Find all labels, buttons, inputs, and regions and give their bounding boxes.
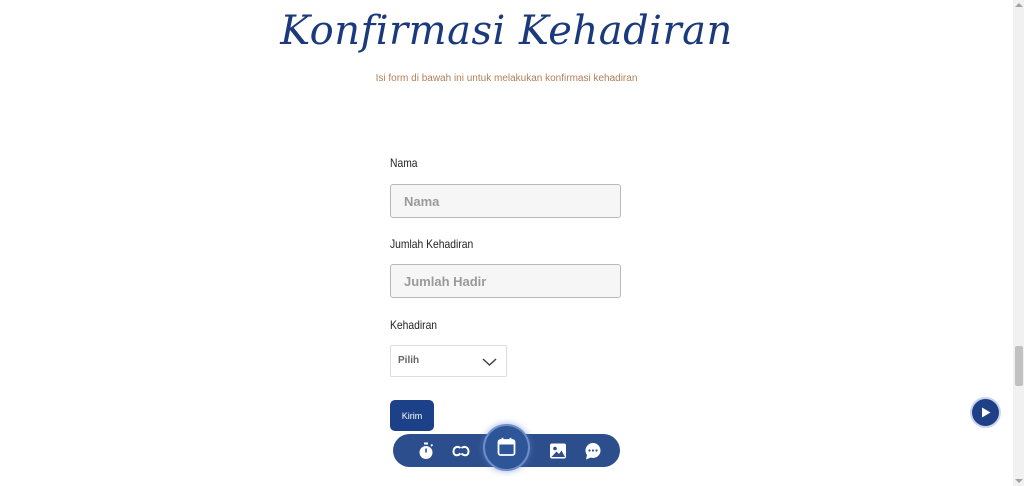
- bottom-nav: [393, 426, 620, 469]
- music-play-button[interactable]: [972, 399, 999, 426]
- couple-icon[interactable]: [452, 442, 470, 460]
- name-label: Nama: [390, 156, 418, 170]
- vertical-scrollbar[interactable]: [1013, 0, 1024, 486]
- page-subtitle: Isi form di bawah ini untuk melakukan ko…: [375, 73, 638, 84]
- scroll-down-arrow-icon[interactable]: [1015, 479, 1023, 483]
- play-icon: [982, 407, 991, 418]
- attendance-select-value: Pilih: [398, 355, 420, 366]
- page: Konfirmasi Kehadiran Isi form di bawah i…: [0, 0, 1024, 486]
- scroll-up-arrow-icon[interactable]: [1015, 3, 1023, 7]
- attendance-label: Kehadiran: [390, 318, 438, 332]
- attendance-count-label: Jumlah Kehadiran: [390, 237, 474, 251]
- scrollbar-thumb[interactable]: [1015, 346, 1023, 386]
- calendar-nav-button[interactable]: [485, 426, 528, 469]
- submit-button[interactable]: Kirim: [390, 400, 434, 431]
- gallery-icon[interactable]: [549, 442, 567, 460]
- attendance-count-input[interactable]: [390, 264, 621, 298]
- calendar-icon: [497, 437, 516, 456]
- page-title: Konfirmasi Kehadiran: [280, 8, 733, 54]
- name-input[interactable]: [390, 184, 621, 218]
- attendance-select[interactable]: Pilih: [390, 345, 507, 377]
- stopwatch-icon[interactable]: [417, 442, 435, 460]
- chevron-down-icon: [482, 355, 497, 367]
- chat-icon[interactable]: [584, 442, 602, 460]
